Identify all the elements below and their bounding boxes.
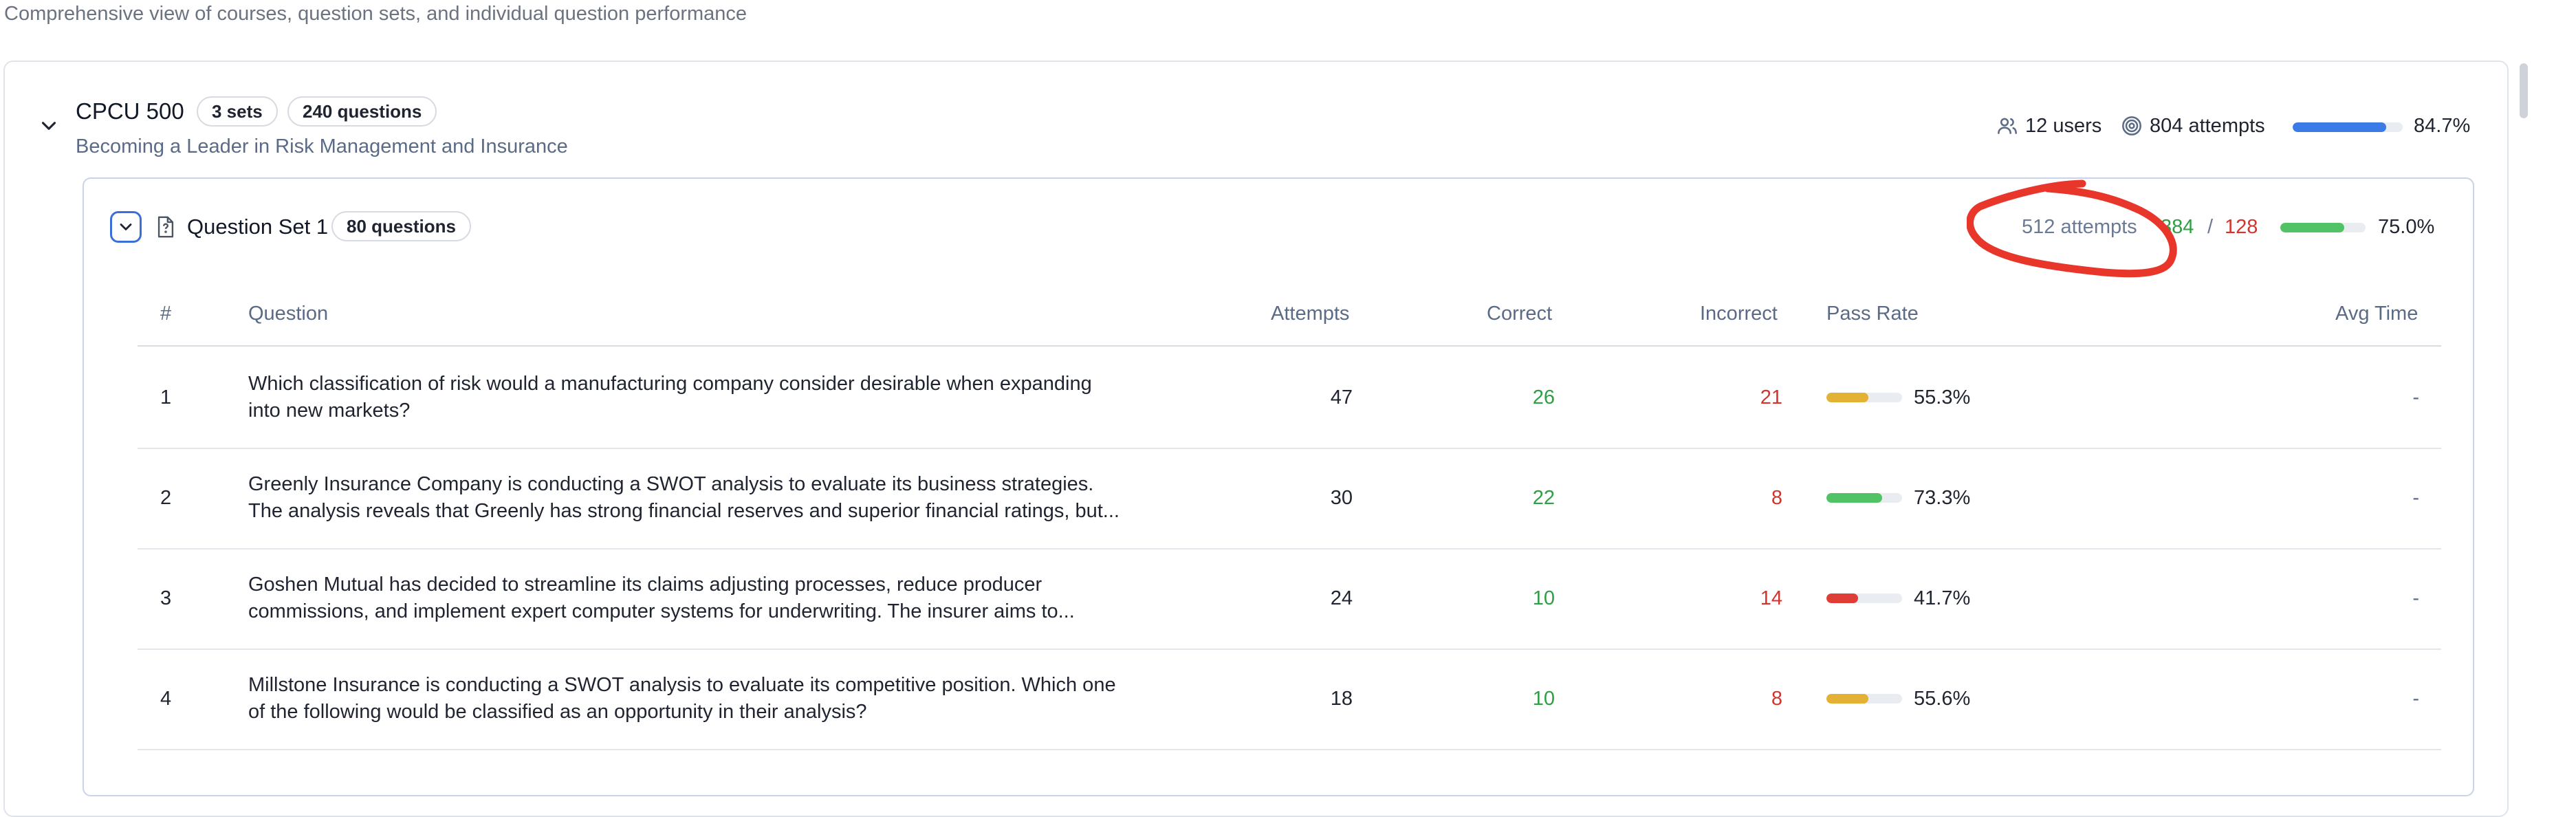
pass-rate-value: 41.7% [1914,587,1971,609]
page-subtitle: Comprehensive view of courses, question … [4,3,747,25]
column-header-question[interactable]: Question [248,301,328,326]
question-text[interactable]: Which classification of risk would a man… [248,371,1122,424]
question-text[interactable]: Goshen Mutual has decided to streamline … [248,571,1122,625]
row-index: 2 [160,487,172,509]
column-header-index: # [160,303,172,325]
set-attempts-count: 512 attempts [2022,216,2137,238]
set-pass-rate-bar [2280,223,2366,232]
incorrect-value: 8 [1771,487,1782,509]
scrollbar[interactable] [2517,61,2528,754]
sets-count-badge: 3 sets [197,96,278,127]
column-header-correct[interactable]: Correct [1487,301,1552,326]
correct-value: 10 [1532,587,1555,609]
question-line-2: into new markets? [248,400,411,422]
avg-time-value: - [2412,487,2419,509]
set-separator: / [2207,216,2214,238]
pass-rate-fill [1826,694,1869,704]
pass-rate-bar [1826,593,1902,603]
course-pass-rate: 84.7% [2414,115,2471,137]
set-collapse-button[interactable] [110,211,142,243]
pass-rate-fill [1826,493,1882,503]
correct-value: 26 [1532,386,1555,408]
scrollbar-thumb[interactable] [2520,63,2528,118]
attempts-value: 18 [1330,688,1353,710]
document-icon [155,215,176,242]
question-line-1: Millstone Insurance is conducting a SWOT… [248,674,1116,696]
pass-rate-bar [1826,493,1902,503]
set-incorrect-count: 128 [2225,216,2258,238]
chevron-down-icon [120,224,132,230]
questions-count-badge: 240 questions [287,96,437,127]
question-text[interactable]: Greenly Insurance Company is conducting … [248,471,1122,525]
row-index: 3 [160,587,172,609]
course-title[interactable]: CPCU 500 [76,98,184,125]
attempts-value: 30 [1330,487,1353,509]
correct-value: 10 [1532,688,1555,710]
pass-rate-value: 55.6% [1914,688,1971,710]
course-pass-rate-fill [2293,122,2386,132]
question-line-2: commissions, and implement expert comput… [248,600,1075,622]
set-correct-count: 384 [2161,216,2194,238]
course-users-count: 12 users [2025,115,2102,137]
avg-time-value: - [2412,587,2419,609]
chevron-down-icon[interactable] [37,114,61,138]
header-divider [138,345,2441,347]
avg-time-value: - [2412,386,2419,408]
row-index: 1 [160,386,172,408]
column-header-pass-rate[interactable]: Pass Rate [1826,301,1919,326]
incorrect-value: 21 [1760,386,1782,408]
set-questions-badge: 80 questions [331,211,471,241]
row-index: 4 [160,688,172,710]
pass-rate-fill [1826,393,1868,402]
row-divider [138,749,2441,750]
question-set-title[interactable]: Question Set 1 [187,215,328,239]
avg-time-value: - [2412,688,2419,710]
attempts-value: 24 [1330,587,1353,609]
set-pass-rate: 75.0% [2378,216,2435,238]
pass-rate-value: 55.3% [1914,386,1971,408]
attempts-value: 47 [1330,386,1353,408]
question-text[interactable]: Millstone Insurance is conducting a SWOT… [248,672,1122,726]
users-icon [1996,115,2018,140]
question-line-1: Goshen Mutual has decided to streamline … [248,574,1043,596]
question-line-2: The analysis reveals that Greenly has st… [248,500,1120,522]
pass-rate-bar [1826,694,1902,704]
incorrect-value: 8 [1771,688,1782,710]
question-line-2: of the following would be classified as … [248,701,867,723]
correct-value: 22 [1532,487,1555,509]
pass-rate-value: 73.3% [1914,487,1971,509]
pass-rate-bar [1826,393,1902,402]
column-header-incorrect[interactable]: Incorrect [1700,301,1778,326]
incorrect-value: 14 [1760,587,1782,609]
set-pass-rate-fill [2280,223,2344,232]
column-header-attempts[interactable]: Attempts [1271,301,1349,326]
pass-rate-fill [1826,593,1858,603]
question-line-1: Which classification of risk would a man… [248,373,1092,395]
question-line-1: Greenly Insurance Company is conducting … [248,473,1094,495]
course-pass-rate-bar [2293,122,2403,132]
column-header-avg-time[interactable]: Avg Time [2335,301,2418,326]
target-icon [2121,115,2143,140]
course-attempts-count: 804 attempts [2150,115,2265,137]
course-description: Becoming a Leader in Risk Management and… [76,135,568,157]
